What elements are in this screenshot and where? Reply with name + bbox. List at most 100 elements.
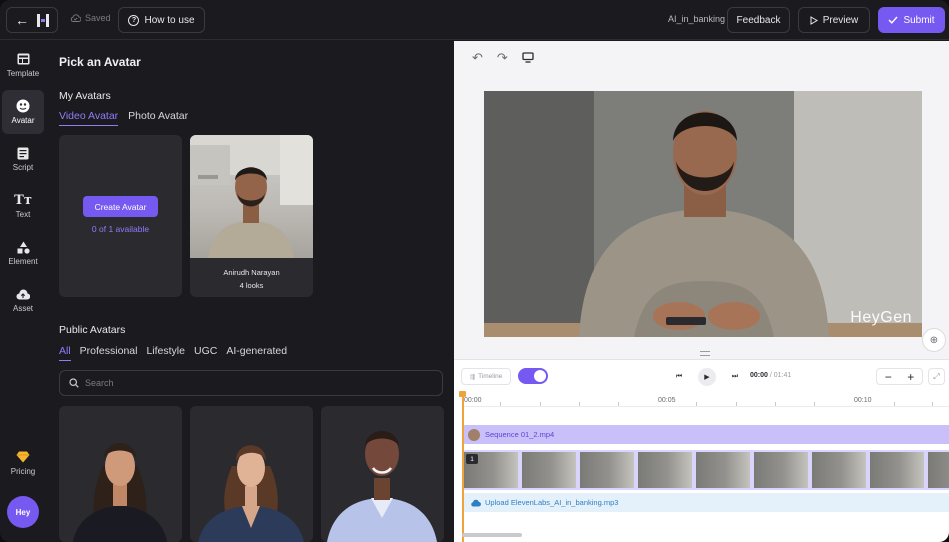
resize-handle-icon[interactable] [700, 351, 710, 356]
time-readout: 00:00 / 01:41 [750, 372, 791, 379]
how-to-use-label: How to use [144, 14, 195, 26]
tab-video-avatar[interactable]: Video Avatar [59, 110, 119, 126]
feedback-button[interactable]: Feedback [727, 7, 790, 33]
skip-back-icon[interactable]: ⏮ [670, 368, 688, 386]
arrow-left-icon: ← [15, 12, 29, 28]
public-avatar-card[interactable] [190, 406, 313, 542]
sidebar-item-avatar[interactable]: Avatar [2, 90, 44, 134]
left-sidebar: Template Avatar Script Tт Text Element A… [0, 41, 46, 542]
scene-frame [522, 452, 576, 488]
plus-icon[interactable]: + [907, 370, 914, 384]
saved-label: Saved [85, 13, 111, 23]
back-button[interactable]: ← [6, 7, 58, 33]
timeline-toggle[interactable] [518, 368, 548, 384]
timeline-zoom-control: − + [876, 368, 923, 385]
zoom-in-button[interactable]: ⊕ [922, 328, 946, 352]
avatar-quota-text: 0 of 1 available [91, 224, 150, 234]
sidebar-item-asset[interactable]: Asset [0, 278, 46, 322]
audio-label: Upload ElevenLabs_AI_in_banking.mp3 [485, 498, 619, 507]
tab-professional[interactable]: Professional [80, 345, 138, 361]
tab-ugc[interactable]: UGC [194, 345, 217, 361]
redo-icon[interactable]: ↷ [497, 50, 508, 66]
sidebar-item-template[interactable]: Template [0, 43, 46, 87]
tab-all[interactable]: All [59, 345, 71, 361]
public-avatar-card[interactable] [321, 406, 444, 542]
my-avatars-heading: My Avatars [59, 90, 111, 102]
preview-button[interactable]: Preview [798, 7, 870, 33]
minus-icon[interactable]: − [885, 370, 892, 384]
tab-ai-generated[interactable]: AI-generated [226, 345, 287, 361]
public-avatar-image [321, 406, 444, 542]
scene-frame [580, 452, 634, 488]
asset-icon [16, 287, 30, 301]
video-preview[interactable]: HeyGen [484, 91, 922, 337]
ruler-label: 00:00 [464, 397, 482, 404]
heygen-logo-icon [37, 13, 49, 27]
sidebar-item-label: Script [12, 163, 34, 172]
ruler-label: 00:05 [658, 397, 676, 404]
sequence-label: Sequence 01_2.mp4 [485, 430, 555, 439]
checkmark-icon [888, 16, 898, 24]
current-time: 00:00 [750, 372, 768, 379]
how-to-use-button[interactable]: ? How to use [118, 7, 205, 33]
sidebar-item-script[interactable]: Script [0, 137, 46, 181]
submit-label: Submit [903, 14, 935, 26]
public-avatars-heading: Public Avatars [59, 324, 126, 336]
save-status: Saved [70, 13, 111, 23]
play-icon[interactable]: ▶ [698, 368, 716, 386]
sequence-track[interactable]: Sequence 01_2.mp4 [462, 425, 949, 444]
search-icon [69, 378, 79, 388]
project-name[interactable]: AI_in_banking [668, 14, 725, 24]
skip-forward-icon[interactable]: ⏭ [726, 368, 744, 386]
avatar-thumbnail [190, 135, 313, 258]
avatar-card-anirudh[interactable]: Anirudh Narayan 4 looks [190, 135, 313, 297]
scene-frame [696, 452, 750, 488]
submit-button[interactable]: Submit [878, 7, 945, 33]
public-avatar-image [59, 406, 182, 542]
timeline-scrollbar[interactable] [462, 533, 522, 537]
sidebar-item-label: Asset [12, 304, 33, 313]
sidebar-item-label: Template [6, 69, 40, 78]
canvas-area: ↶ ↷ HeyGen ⊕ [454, 41, 949, 359]
playhead[interactable] [459, 391, 465, 542]
expand-icon[interactable]: ⤢ [928, 368, 945, 385]
scene-track[interactable]: 1 [462, 450, 949, 490]
timeline-chip-label: Timeline [478, 373, 503, 380]
sidebar-item-label: Element [8, 257, 38, 266]
public-avatar-card[interactable] [59, 406, 182, 542]
avatar-icon [16, 99, 30, 113]
sidebar-item-pricing[interactable]: Pricing [0, 451, 46, 487]
editor-window: ← Saved ? How to use AI_in_banking Feedb… [0, 0, 949, 542]
public-avatar-filter-tabs: All Professional Lifestyle UGC AI-genera… [59, 345, 287, 361]
presenter-image [484, 91, 922, 337]
pricing-label: Pricing [10, 467, 36, 476]
audio-track[interactable]: Upload ElevenLabs_AI_in_banking.mp3 [462, 493, 949, 512]
search-input[interactable] [85, 378, 415, 388]
scene-frame [754, 452, 808, 488]
upload-cloud-icon [471, 499, 481, 507]
tab-lifestyle[interactable]: Lifestyle [146, 345, 185, 361]
sidebar-item-label: Text [15, 210, 31, 219]
undo-icon[interactable]: ↶ [472, 50, 483, 66]
monitor-icon[interactable] [522, 52, 534, 63]
create-avatar-card: Create Avatar 0 of 1 available [59, 135, 182, 297]
scene-frame [870, 452, 924, 488]
profile-avatar[interactable]: Hey [7, 496, 39, 528]
panel-title: Pick an Avatar [59, 55, 141, 69]
sidebar-item-text[interactable]: Tт Text [0, 184, 46, 228]
tab-photo-avatar[interactable]: Photo Avatar [128, 110, 188, 126]
create-avatar-button[interactable]: Create Avatar [83, 196, 158, 217]
my-avatars-tabs: Video Avatar Photo Avatar [59, 110, 188, 126]
element-icon [16, 240, 30, 254]
total-time: / 01:41 [769, 372, 792, 379]
sidebar-item-element[interactable]: Element [0, 231, 46, 275]
avatar-looks-count: 4 looks [239, 281, 264, 290]
diamond-icon [16, 451, 30, 463]
timeline-panel: ⇶ Timeline ⏮ ▶ ⏭ 00:00 / 01:41 − + ⤢ 00:… [454, 351, 949, 542]
scene-frame [812, 452, 866, 488]
text-icon: Tт [14, 192, 32, 208]
timeline-mode-button[interactable]: ⇶ Timeline [461, 368, 511, 385]
scene-number: 1 [466, 454, 478, 464]
sequence-thumbnail [468, 428, 480, 441]
canvas-toolbar: ↶ ↷ [472, 50, 534, 66]
